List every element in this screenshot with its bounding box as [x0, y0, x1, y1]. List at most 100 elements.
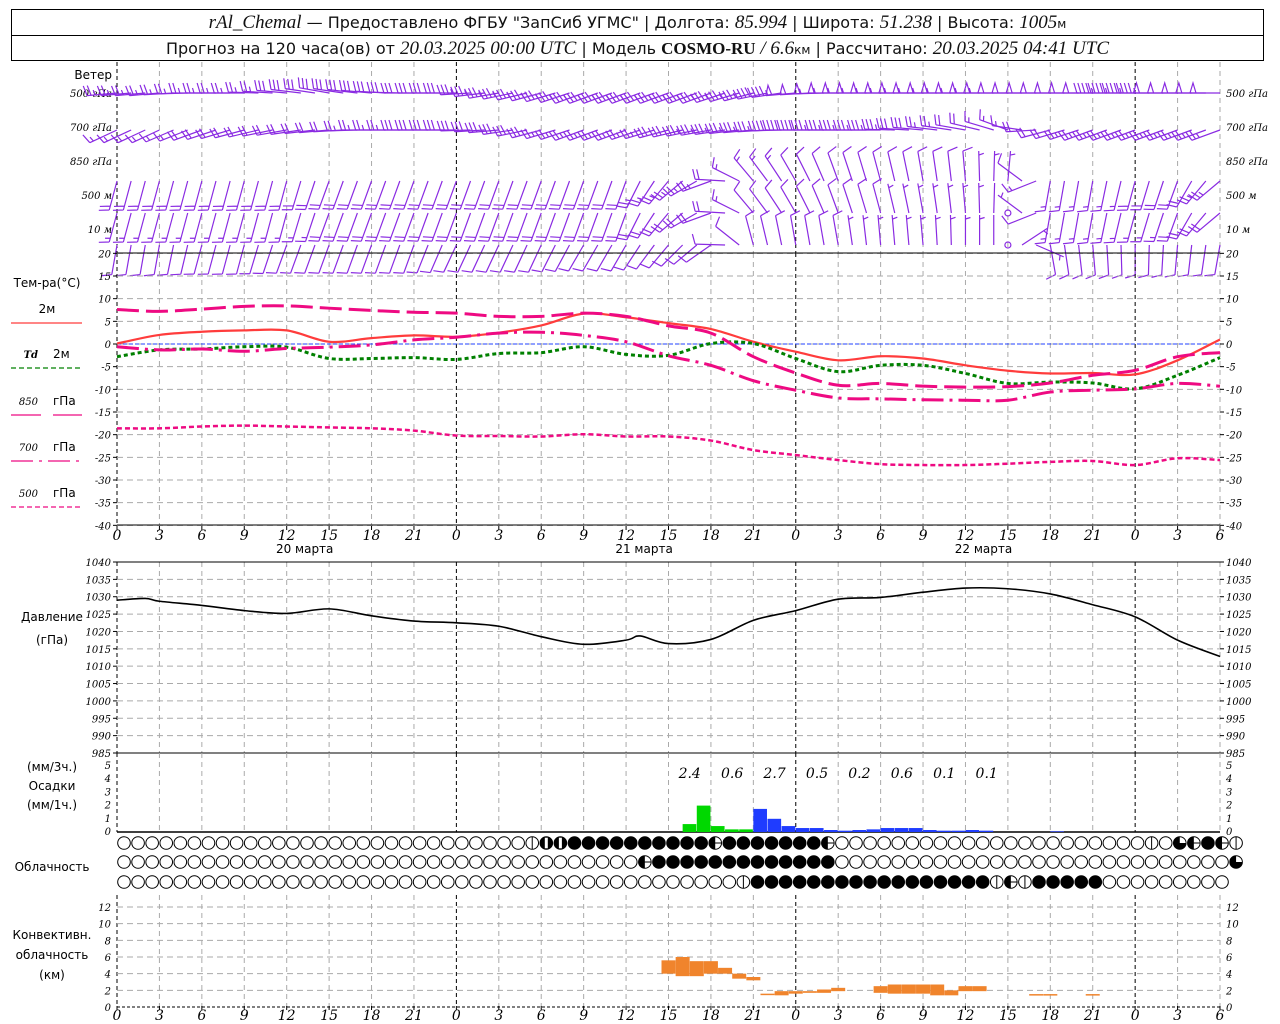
wind-barb — [1177, 244, 1193, 278]
cloud-clear-icon — [919, 855, 934, 869]
wind-barb — [336, 244, 358, 274]
pressure-tick-label-left: 1010 — [86, 662, 112, 673]
cloud-clear-icon — [708, 875, 723, 889]
wind-barb — [862, 215, 869, 246]
x-tick-label: 9 — [919, 1008, 928, 1024]
cloud-clear-icon — [328, 836, 342, 850]
convective-cloud-bar — [661, 960, 676, 974]
temp-tick-label-right: 20 — [1225, 249, 1239, 260]
cloud-clear-icon — [975, 836, 990, 850]
wind-barb — [419, 244, 443, 274]
cloud-clear-icon — [398, 855, 413, 869]
cloud-clear-icon — [497, 855, 511, 869]
x-tick-label: 18 — [1041, 528, 1059, 544]
cloud-overcast-icon — [863, 875, 877, 889]
pressure-tick-label-left: 1030 — [86, 593, 112, 604]
wind-barb — [733, 148, 754, 182]
cloud-clear-icon — [567, 875, 582, 889]
wind-barb — [997, 192, 1023, 214]
cloud-clear-icon — [370, 836, 385, 850]
temp-tick-label-right: -30 — [1226, 476, 1243, 487]
cloud-clear-icon — [229, 836, 244, 850]
wind-barb — [475, 244, 500, 273]
legend-prefix: 500 — [19, 489, 39, 500]
conv-tick-label-left: 2 — [104, 986, 111, 997]
cloud-clear-icon — [1215, 855, 1229, 869]
x-tick-label: 12 — [957, 1008, 975, 1024]
cloud-clear-icon — [1046, 836, 1060, 850]
cloud-clear-icon — [1187, 855, 1201, 869]
pressure-tick-label-left: 1000 — [86, 697, 112, 708]
cloud-clear-icon — [1130, 836, 1145, 850]
wind-barb — [605, 180, 627, 210]
cloud-overcast-icon — [821, 855, 835, 869]
wind-barb — [393, 244, 415, 274]
legend-name: 2м — [53, 347, 70, 361]
wind-barb — [364, 244, 387, 274]
cloud-clear-icon — [201, 836, 216, 850]
cloud-clear-icon — [384, 836, 399, 850]
wind-level-label-right: 500 гПа — [1226, 89, 1268, 100]
wind-barb — [1059, 244, 1070, 280]
cloud-clear-icon — [680, 875, 694, 889]
cloud-clear-icon — [314, 875, 328, 889]
cloud-clear-icon — [1018, 836, 1032, 850]
cloud-clear-icon — [117, 836, 131, 850]
wind-level-label-right: 500 м — [1226, 191, 1257, 202]
x-tick-label: 6 — [197, 1008, 206, 1024]
cloud-overcast-icon — [778, 855, 793, 869]
conv-tick-label-right: 10 — [1226, 920, 1239, 931]
precip-3h-total: 0.2 — [848, 766, 870, 782]
convective-cloud-bar — [788, 991, 803, 994]
cloud-clear-icon — [961, 836, 976, 850]
pressure-tick-label-left: 990 — [92, 732, 112, 743]
wind-level-label-left: 500 м — [81, 191, 112, 202]
wind-level-label-right: 700 гПа — [1226, 123, 1268, 134]
wind-barb — [1098, 244, 1110, 280]
pressure-tick-label-right: 1040 — [1226, 558, 1252, 569]
pressure-tick-label-left: 1035 — [86, 575, 111, 586]
x-tick-label: 6 — [1216, 1008, 1225, 1024]
wind-barb — [1048, 180, 1066, 213]
cloud-clear-icon — [919, 836, 934, 850]
cloud-overcast-icon — [877, 875, 891, 889]
wind-barb — [1062, 180, 1080, 213]
conv-tick-label-right: 2 — [1225, 986, 1232, 997]
precip-tick-label-left: 3 — [105, 787, 111, 798]
temp-tick-label-right: -5 — [1226, 363, 1236, 374]
meteogram: Ветер500 гПа 500 гПа700 гПа 700 гПа850 гПа… — [11, 62, 1268, 1024]
wind-barb — [143, 244, 161, 277]
precip-3h-total: 0.1 — [933, 766, 955, 782]
cloud-clear-icon — [595, 855, 610, 869]
cloud-overcast-icon — [835, 875, 849, 889]
wind-barb — [1130, 212, 1150, 243]
cloud-clear-icon — [1158, 875, 1173, 889]
wind-barb — [1001, 180, 1037, 193]
cloud-overcast-icon — [806, 875, 821, 889]
cloud-clear-icon — [356, 855, 371, 869]
wind-barb — [934, 215, 941, 246]
cloud-clear-icon — [1018, 855, 1032, 869]
cloud-clear-icon — [1187, 875, 1201, 889]
wind-barb — [795, 146, 811, 182]
precip-tick-label-left: 0 — [105, 827, 112, 838]
cloud-clear-icon — [722, 875, 737, 889]
pressure-tick-label-right: 1015 — [1226, 645, 1251, 656]
precip-axis-label: Осадки — [29, 779, 76, 793]
cloud-overcast-icon — [722, 855, 737, 869]
wind-barb — [503, 244, 528, 273]
wind-barb — [626, 244, 655, 270]
cloud-clear-icon — [201, 855, 216, 869]
cloud-clear-icon — [961, 855, 976, 869]
wind-barb — [252, 244, 274, 275]
cloud-clear-icon — [623, 875, 638, 889]
cloud-overcast-icon — [567, 836, 582, 850]
cloud-overcast-icon — [1088, 875, 1103, 889]
precip-bar — [1050, 831, 1064, 832]
precip-tick-label-right: 2 — [1225, 801, 1232, 812]
x-tick-label: 3 — [155, 1008, 164, 1024]
cloud-clear-icon — [933, 855, 948, 869]
cloud-clear-icon — [145, 836, 159, 850]
conv-tick-label-left: 4 — [104, 970, 111, 981]
cloud-overcast-icon — [736, 836, 751, 850]
